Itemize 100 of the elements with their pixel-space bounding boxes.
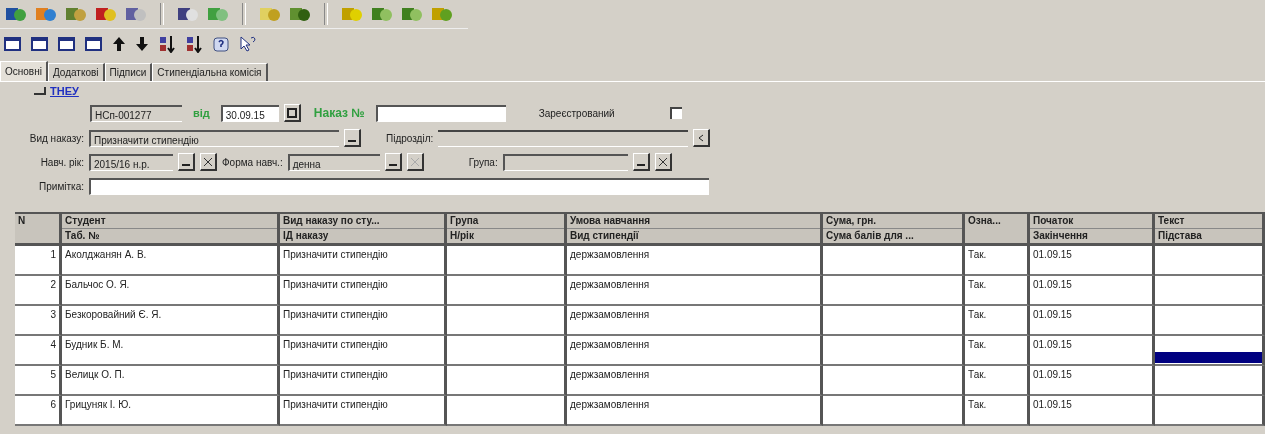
- pointer-help-icon[interactable]: [239, 35, 257, 53]
- underscore-icon: [348, 140, 356, 142]
- registered-checkbox[interactable]: [669, 107, 682, 119]
- column-header[interactable]: Студент Таб. №: [62, 214, 280, 246]
- table-cell[interactable]: [1155, 366, 1265, 396]
- toolbar-icon[interactable]: [176, 5, 200, 23]
- window-icon[interactable]: [4, 36, 22, 52]
- down-arrow-icon[interactable]: [135, 36, 149, 52]
- table-cell: Бальчос О. Я.: [62, 276, 280, 306]
- table-cell: Велицк О. П.: [62, 366, 280, 396]
- browse-button[interactable]: [178, 153, 195, 171]
- expand-button[interactable]: [34, 87, 46, 95]
- table-cell: держзамовлення: [567, 336, 823, 366]
- table-cell: Так.: [965, 336, 1030, 366]
- column-header[interactable]: Вид наказу по сту... ІД наказу: [280, 214, 447, 246]
- order-number-label: Наказ №: [313, 106, 365, 120]
- order-type-field[interactable]: Призначити стипендію: [89, 129, 339, 147]
- column-header[interactable]: Група Н/рік: [447, 214, 567, 246]
- table-cell: Призначити стипендію: [280, 276, 447, 306]
- table-cell: Аколджанян А. В.: [62, 246, 280, 276]
- column-header[interactable]: Озна...: [965, 214, 1030, 246]
- clear-button[interactable]: [200, 153, 217, 171]
- table-cell: 01.09.15: [1030, 246, 1155, 276]
- browse-button[interactable]: [344, 129, 361, 147]
- toolbar-icon[interactable]: [4, 5, 28, 23]
- window-icon[interactable]: [58, 36, 76, 52]
- study-year-field[interactable]: 2015/16 н.р.: [89, 153, 173, 171]
- toolbar-icon[interactable]: [370, 5, 394, 23]
- column-header[interactable]: Текст Підстава: [1155, 214, 1265, 246]
- date-field[interactable]: 30.09.15: [220, 104, 279, 122]
- table-cell: держзамовлення: [567, 366, 823, 396]
- back-button[interactable]: [693, 129, 711, 147]
- date-label: від: [193, 107, 210, 119]
- underscore-icon: [636, 164, 645, 166]
- underscore-icon: [182, 164, 190, 166]
- group-field[interactable]: [502, 153, 628, 171]
- sort-icon[interactable]: [158, 35, 176, 53]
- study-form-label: Форма навч.:: [222, 156, 283, 168]
- tab[interactable]: Стипендіальна комісія: [152, 63, 268, 81]
- toolbar-icon[interactable]: [124, 5, 148, 23]
- table-cell: Так.: [965, 366, 1030, 396]
- table-cell: 01.09.15: [1030, 366, 1155, 396]
- browse-button[interactable]: [632, 153, 650, 171]
- column-header[interactable]: Сума, грн. Сума балів для ...: [823, 214, 965, 246]
- order-type-label: Вид наказу:: [28, 132, 84, 144]
- toolbar-icon[interactable]: [288, 5, 312, 23]
- square-icon: [286, 107, 297, 118]
- up-arrow-icon[interactable]: [112, 36, 126, 52]
- table-cell: 5: [15, 366, 62, 396]
- underscore-icon: [388, 164, 397, 166]
- note-label: Примітка:: [38, 180, 84, 192]
- note-field[interactable]: [89, 177, 709, 195]
- registered-label: Зареєстрований: [538, 107, 616, 119]
- window-icon[interactable]: [85, 36, 103, 52]
- table-cell: Безкоровайний Є. Я.: [62, 306, 280, 336]
- column-header[interactable]: Початок Закінчення: [1030, 214, 1155, 246]
- close-icon: [409, 156, 420, 167]
- study-year-label: Навч. рік:: [39, 156, 84, 168]
- clear-button[interactable]: [654, 153, 672, 171]
- tab[interactable]: Додаткові: [47, 63, 105, 81]
- unit-label: Підрозділ:: [386, 132, 434, 144]
- table-cell: 01.09.15: [1030, 396, 1155, 426]
- table-cell: 3: [15, 306, 62, 336]
- table-cell: держзамовлення: [567, 396, 823, 426]
- table-cell: Будник Б. М.: [62, 336, 280, 366]
- group-label: Група:: [468, 156, 498, 168]
- browse-button[interactable]: [384, 153, 402, 171]
- organization-link[interactable]: ТНЕУ: [50, 85, 79, 97]
- table-cell: Призначити стипендію: [280, 396, 447, 426]
- table-cell: держзамовлення: [567, 246, 823, 276]
- table-cell: Призначити стипендію: [280, 246, 447, 276]
- table-cell: держзамовлення: [567, 306, 823, 336]
- table-cell: Грицуняк І. Ю.: [62, 396, 280, 426]
- table-cell: 2: [15, 276, 62, 306]
- calendar-button[interactable]: [283, 104, 301, 122]
- table-cell: Так.: [965, 246, 1030, 276]
- study-form-field[interactable]: денна: [287, 153, 380, 171]
- column-header[interactable]: Умова навчання Вид стипендії: [567, 214, 823, 246]
- table-cell[interactable]: [1155, 276, 1265, 306]
- toolbar-icon[interactable]: [400, 5, 424, 23]
- close-icon: [657, 156, 668, 167]
- table-cell: Так.: [965, 276, 1030, 306]
- clear-button[interactable]: [406, 153, 424, 171]
- table-cell[interactable]: [1155, 336, 1265, 366]
- order-number-input[interactable]: [375, 104, 506, 122]
- table-cell[interactable]: [1155, 396, 1265, 426]
- table-cell: держзамовлення: [567, 276, 823, 306]
- order-number-field[interactable]: НСп-001277: [90, 104, 182, 122]
- column-header[interactable]: N: [15, 214, 62, 246]
- table-cell[interactable]: [1155, 246, 1265, 276]
- toolbar-icon[interactable]: [94, 5, 118, 23]
- tab[interactable]: Основні: [0, 61, 48, 81]
- table-cell: Призначити стипендію: [280, 306, 447, 336]
- toolbar-icon[interactable]: [64, 5, 88, 23]
- window-icon[interactable]: [31, 36, 49, 52]
- help-icon[interactable]: [212, 35, 230, 53]
- table-cell: Призначити стипендію: [280, 366, 447, 396]
- tab[interactable]: Підписи: [104, 63, 153, 81]
- sort-icon[interactable]: [185, 35, 203, 53]
- table-cell: Призначити стипендію: [280, 336, 447, 366]
